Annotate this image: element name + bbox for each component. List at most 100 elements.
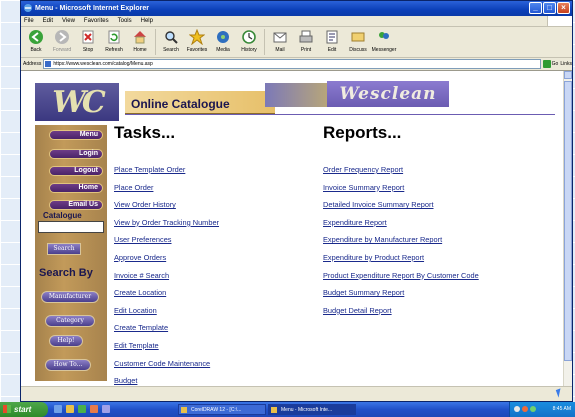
back-button[interactable]: Back bbox=[23, 27, 49, 53]
catalogue-search-input[interactable] bbox=[38, 221, 104, 233]
report-link-order-frequency[interactable]: Order Frequency Report bbox=[323, 165, 479, 183]
scroll-up-button[interactable] bbox=[564, 71, 572, 79]
task-link-customer-code-maintenance[interactable]: Customer Code Maintenance bbox=[114, 359, 219, 377]
task-link-edit-location[interactable]: Edit Location bbox=[114, 306, 219, 324]
quick-launch-icon[interactable] bbox=[90, 405, 98, 413]
brand-name: Wesclean bbox=[327, 81, 449, 107]
favorites-button[interactable]: Favorites bbox=[184, 27, 210, 53]
task-link-create-location[interactable]: Create Location bbox=[114, 288, 219, 306]
history-button[interactable]: History bbox=[236, 27, 262, 53]
menu-favorites[interactable]: Favorites bbox=[84, 16, 109, 26]
address-bar: Address https://www.wesclean.com/catalog… bbox=[21, 58, 572, 71]
logo-text: WC bbox=[52, 84, 106, 120]
discuss-button[interactable]: Discuss bbox=[345, 27, 371, 53]
taskbar-item-coreldraw[interactable]: CorelDRAW 12 - [C:\... bbox=[178, 404, 266, 415]
task-link-create-template[interactable]: Create Template bbox=[114, 323, 219, 341]
section-title: Online Catalogue bbox=[125, 91, 275, 115]
clock: 8:45 AM bbox=[552, 406, 571, 412]
task-link-edit-template[interactable]: Edit Template bbox=[114, 341, 219, 359]
task-link-user-preferences[interactable]: User Preferences bbox=[114, 235, 219, 253]
media-button[interactable]: Media bbox=[210, 27, 236, 53]
edit-button[interactable]: Edit bbox=[319, 27, 345, 53]
toolbar-separator bbox=[264, 29, 265, 55]
ie-icon bbox=[271, 407, 277, 413]
maximize-button[interactable]: □ bbox=[543, 2, 556, 14]
search-icon bbox=[165, 31, 178, 44]
forward-button[interactable]: Forward bbox=[49, 27, 75, 53]
report-link-detailed-invoice-summary[interactable]: Detailed Invoice Summary Report bbox=[323, 200, 479, 218]
minimize-button[interactable]: _ bbox=[529, 2, 542, 14]
reports-list: Order Frequency Report Invoice Summary R… bbox=[323, 165, 479, 323]
tray-icon[interactable] bbox=[514, 406, 520, 412]
menu-help[interactable]: Help bbox=[141, 16, 153, 26]
go-button[interactable]: Go bbox=[542, 60, 558, 68]
task-link-place-order[interactable]: Place Order bbox=[114, 183, 219, 201]
taskbar-item-internet-explorer[interactable]: Menu - Microsoft Inte... bbox=[268, 404, 356, 415]
help-button[interactable]: Help! bbox=[49, 335, 83, 347]
mail-button[interactable]: Mail bbox=[267, 27, 293, 53]
mail-icon bbox=[273, 32, 287, 43]
menu-tools[interactable]: Tools bbox=[118, 16, 132, 26]
sidebar: Menu Login Logout Home Email Us Catalogu… bbox=[35, 125, 107, 381]
sidebar-item-login[interactable]: Login bbox=[49, 149, 103, 159]
search-by-manufacturer-button[interactable]: Manufacturer bbox=[41, 291, 99, 303]
sidebar-item-logout[interactable]: Logout bbox=[49, 166, 103, 176]
links-toolbar[interactable]: Links bbox=[560, 61, 572, 67]
sidebar-item-menu[interactable]: Menu bbox=[49, 130, 103, 140]
window-title: Menu - Microsoft Internet Explorer bbox=[35, 5, 149, 12]
report-link-product-expenditure-by-customer-code[interactable]: Product Expenditure Report By Customer C… bbox=[323, 271, 479, 289]
forward-arrow-icon bbox=[55, 30, 69, 44]
task-link-view-order-history[interactable]: View Order History bbox=[114, 200, 219, 218]
print-icon bbox=[299, 30, 313, 43]
title-bar[interactable]: Menu - Microsoft Internet Explorer _ □ × bbox=[21, 1, 572, 16]
task-link-invoice-search[interactable]: Invoice # Search bbox=[114, 271, 219, 289]
media-icon bbox=[217, 31, 229, 43]
report-link-expenditure-by-manufacturer[interactable]: Expenditure by Manufacturer Report bbox=[323, 235, 479, 253]
wc-logo[interactable]: WC bbox=[35, 83, 119, 121]
tray-icon[interactable] bbox=[522, 406, 528, 412]
sidebar-item-home[interactable]: Home bbox=[49, 183, 103, 193]
report-link-invoice-summary[interactable]: Invoice Summary Report bbox=[323, 183, 479, 201]
ie-logo-icon bbox=[24, 4, 32, 12]
quick-launch-icon[interactable] bbox=[78, 405, 86, 413]
task-link-view-by-tracking-number[interactable]: View by Order Tracking Number bbox=[114, 218, 219, 236]
vertical-scrollbar[interactable] bbox=[563, 71, 572, 389]
stop-icon bbox=[82, 30, 94, 44]
sidebar-item-email-us[interactable]: Email Us bbox=[49, 200, 103, 210]
address-url: https://www.wesclean.com/catalog/Menu.as… bbox=[53, 61, 153, 67]
how-to-button[interactable]: How To... bbox=[45, 359, 91, 371]
menu-view[interactable]: View bbox=[62, 16, 75, 26]
report-link-budget-detail[interactable]: Budget Detail Report bbox=[323, 306, 479, 324]
report-link-expenditure-by-product[interactable]: Expenditure by Product Report bbox=[323, 253, 479, 271]
show-desktop-icon[interactable] bbox=[54, 405, 62, 413]
scroll-thumb[interactable] bbox=[564, 81, 572, 361]
report-link-expenditure[interactable]: Expenditure Report bbox=[323, 218, 479, 236]
start-button[interactable]: start bbox=[0, 402, 48, 417]
print-button[interactable]: Print bbox=[293, 27, 319, 53]
task-link-approve-orders[interactable]: Approve Orders bbox=[114, 253, 219, 271]
catalogue-label: Catalogue bbox=[43, 211, 82, 220]
quick-launch-icon[interactable] bbox=[102, 405, 110, 413]
menu-file[interactable]: File bbox=[24, 16, 34, 26]
search-button[interactable]: Search bbox=[158, 27, 184, 53]
close-button[interactable]: × bbox=[557, 2, 570, 14]
tray-icon[interactable] bbox=[530, 406, 536, 412]
home-button[interactable]: Home bbox=[127, 27, 153, 53]
address-input[interactable]: https://www.wesclean.com/catalog/Menu.as… bbox=[43, 59, 541, 69]
catalogue-search-button[interactable]: Search bbox=[47, 243, 81, 255]
taskbar: start CorelDRAW 12 - [C:\... Menu - Micr… bbox=[0, 402, 575, 417]
address-label: Address bbox=[23, 61, 42, 67]
refresh-button[interactable]: Refresh bbox=[101, 27, 127, 53]
messenger-icon bbox=[379, 32, 389, 39]
status-bar bbox=[21, 386, 572, 401]
task-link-place-template-order[interactable]: Place Template Order bbox=[114, 165, 219, 183]
report-link-budget-summary[interactable]: Budget Summary Report bbox=[323, 288, 479, 306]
home-icon bbox=[134, 31, 146, 44]
quick-launch-icon[interactable] bbox=[66, 405, 74, 413]
reports-heading: Reports... bbox=[323, 123, 402, 142]
stop-button[interactable]: Stop bbox=[75, 27, 101, 53]
search-by-category-button[interactable]: Category bbox=[45, 315, 95, 327]
search-by-label: Search By bbox=[39, 267, 93, 279]
menu-edit[interactable]: Edit bbox=[43, 16, 53, 26]
messenger-button[interactable]: Messenger bbox=[371, 27, 397, 53]
